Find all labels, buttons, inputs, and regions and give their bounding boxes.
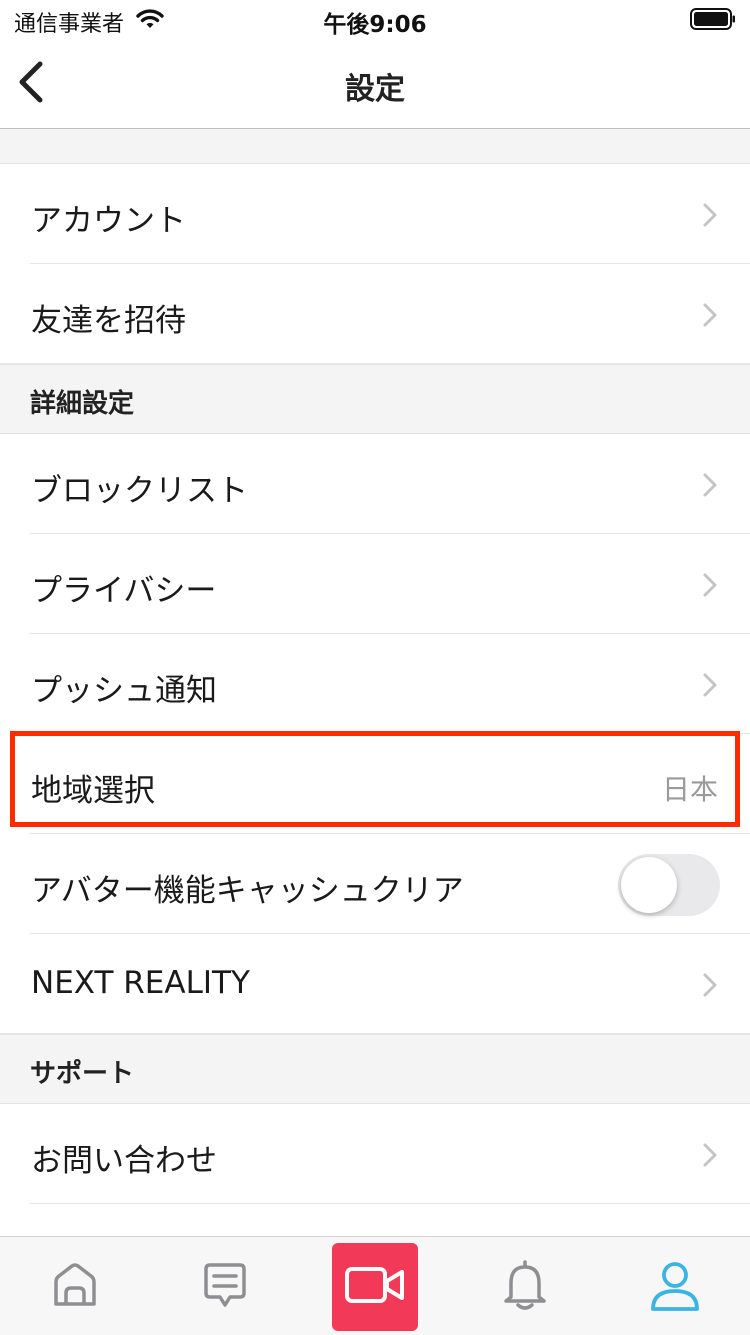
region-value: 日本: [661, 773, 718, 806]
row-label: NEXT REALITY: [31, 965, 250, 1001]
row-label: 地域選択: [31, 773, 155, 809]
battery-icon: [690, 8, 735, 30]
chevron-right-icon: [703, 973, 717, 997]
settings-list: アカウント 友達を招待 詳細設定 ブロックリスト プライバシー プッシュ通知 地…: [0, 129, 750, 1204]
section-title: 詳細設定: [30, 389, 135, 419]
settings-row-privacy[interactable]: プライバシー: [0, 534, 750, 634]
chevron-right-icon: [703, 473, 717, 497]
top-spacer: [0, 129, 750, 164]
settings-row-next-reality[interactable]: NEXT REALITY: [0, 934, 750, 1034]
bell-icon: [504, 1260, 546, 1310]
status-time: 午後9:06: [323, 12, 427, 38]
chat-icon: [204, 1263, 246, 1307]
home-icon: [54, 1263, 96, 1306]
tab-profile[interactable]: [600, 1237, 750, 1335]
profile-icon: [651, 1262, 699, 1311]
row-label: アバター機能キャッシュクリア: [31, 873, 464, 909]
row-label: ブロックリスト: [31, 473, 248, 509]
tab-bar: [0, 1236, 750, 1335]
chevron-right-icon: [703, 303, 717, 327]
row-label: 友達を招待: [31, 303, 186, 339]
settings-row-region-select[interactable]: 地域選択 日本: [0, 734, 750, 834]
settings-row-contact[interactable]: お問い合わせ: [0, 1104, 750, 1204]
tab-notifications[interactable]: [450, 1237, 600, 1335]
section-title: サポート: [30, 1059, 135, 1089]
row-label: お問い合わせ: [31, 1143, 217, 1179]
navigation-bar: 設定: [0, 40, 750, 129]
status-bar: 通信事業者 午後9:06: [0, 0, 750, 40]
chevron-right-icon: [703, 673, 717, 697]
row-label: アカウント: [31, 203, 186, 239]
row-label: プライバシー: [31, 573, 217, 609]
section-header-advanced: 詳細設定: [0, 364, 750, 434]
chevron-right-icon: [703, 573, 717, 597]
page-title: 設定: [345, 72, 405, 107]
avatar-cache-toggle[interactable]: [618, 854, 720, 916]
chevron-right-icon: [703, 1143, 717, 1167]
settings-row-account[interactable]: アカウント: [0, 164, 750, 264]
tab-home[interactable]: [0, 1237, 150, 1335]
settings-row-invite-friends[interactable]: 友達を招待: [0, 264, 750, 364]
settings-row-push-notifications[interactable]: プッシュ通知: [0, 634, 750, 734]
row-label: プッシュ通知: [31, 673, 217, 709]
tab-record[interactable]: [332, 1243, 418, 1331]
video-camera-icon: [345, 1267, 404, 1303]
settings-row-block-list[interactable]: ブロックリスト: [0, 434, 750, 534]
tab-chat[interactable]: [150, 1237, 300, 1335]
chevron-right-icon: [703, 203, 717, 227]
section-header-support: サポート: [0, 1034, 750, 1104]
settings-row-avatar-cache-clear: アバター機能キャッシュクリア: [0, 834, 750, 934]
toggle-knob: [621, 857, 677, 913]
